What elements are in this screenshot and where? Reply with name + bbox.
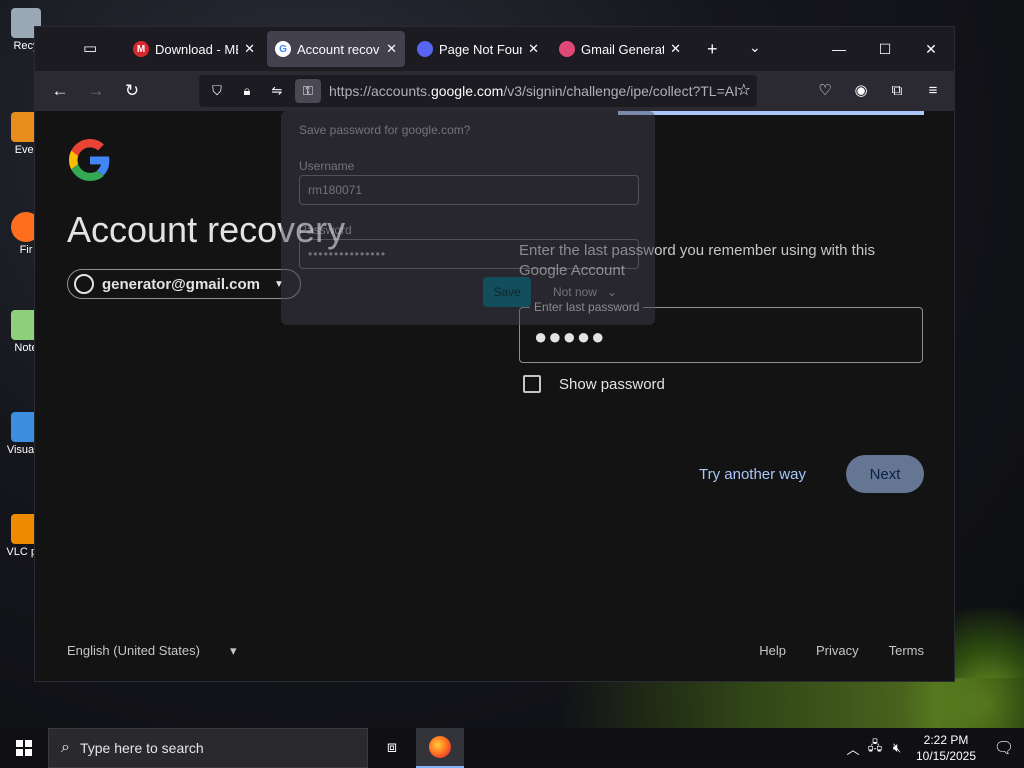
close-icon[interactable]: ✕	[670, 41, 681, 57]
volume-muted-icon[interactable]: 🔇︎	[886, 740, 908, 756]
tab-account-recovery[interactable]: G Account recovery ✕	[267, 31, 405, 67]
tracking-protection-shield-icon[interactable]: ⛉	[205, 79, 229, 103]
try-another-way-button[interactable]: Try another way	[695, 456, 810, 493]
tab-gmail-generator[interactable]: Gmail Generator ✕	[551, 31, 689, 67]
maximize-button[interactable]: ☐	[862, 27, 908, 71]
search-icon: ⌕	[61, 739, 70, 756]
desktop-icon-label: Fir	[19, 244, 33, 256]
clock[interactable]: 2:22 PM 10/15/2025	[908, 732, 984, 764]
tab-page-not-found[interactable]: Page Not Found ✕	[409, 31, 547, 67]
not-now-button[interactable]: Not now ⌄	[539, 277, 631, 307]
discord-icon	[417, 41, 433, 57]
language-selector[interactable]: English (United States) ▾	[67, 643, 236, 659]
not-now-label: Not now	[552, 285, 597, 299]
url-bar[interactable]: ⛉ 🔒︎ ⇋ ⚿ https://accounts.google.com/v3/…	[199, 75, 757, 107]
taskbar-search[interactable]: ⌕ Type here to search	[48, 728, 368, 768]
list-all-tabs-icon[interactable]: ⌄	[749, 39, 761, 56]
tab-bar: ▭ M Download - MEG ✕ G Account recovery …	[35, 27, 954, 71]
tab-title: Page Not Found	[439, 41, 522, 57]
show-password-checkbox[interactable]	[523, 375, 541, 393]
tab-strip: M Download - MEG ✕ G Account recovery ✕ …	[125, 31, 693, 67]
tab-title: Download - MEG	[155, 41, 238, 57]
url-path: /v3/signin/challenge/ipe/collect?TL=AI	[503, 83, 738, 99]
mega-icon: M	[133, 41, 149, 57]
tab-mega[interactable]: M Download - MEG ✕	[125, 31, 263, 67]
language-label: English (United States)	[67, 643, 200, 658]
new-tab-button[interactable]: +	[707, 39, 718, 60]
password-value: ●●●●●	[534, 324, 606, 349]
next-button[interactable]: Next	[846, 455, 924, 493]
chevron-up-icon[interactable]: ︿	[842, 739, 864, 758]
clock-time: 2:22 PM	[923, 733, 969, 747]
key-icon[interactable]: ⚿	[295, 79, 321, 103]
save-button[interactable]: Save	[483, 277, 531, 307]
navigation-toolbar: ← → ↻ ⛉ 🔒︎ ⇋ ⚿ https://accounts.google.c…	[35, 71, 954, 111]
menu-icon[interactable]: ≡	[922, 79, 944, 101]
window-controls: — ☐ ✕	[816, 27, 954, 71]
network-icon[interactable]: 🖧︎	[864, 737, 886, 759]
chevron-down-icon: ⌄	[606, 285, 618, 299]
windows-logo-icon	[16, 740, 32, 756]
account-email: generator@gmail.com	[102, 275, 260, 293]
password-label: Password	[299, 223, 352, 237]
start-button[interactable]	[0, 728, 48, 768]
google-logo-icon	[69, 139, 110, 181]
password-field[interactable]: •••••••••••••••	[299, 239, 639, 269]
footer-links: Help Privacy Terms	[759, 643, 924, 658]
privacy-link[interactable]: Privacy	[816, 643, 859, 658]
url-prefix: https://accounts.	[329, 83, 431, 99]
system-tray: ︿ 🖧︎ 🔇︎ 2:22 PM 10/15/2025 🗨︎	[842, 728, 1024, 768]
task-view-icon[interactable]: ⧈	[368, 728, 416, 768]
progress-bar	[618, 111, 924, 115]
extensions-icon[interactable]: ⧉	[886, 79, 908, 101]
close-icon[interactable]: ✕	[386, 41, 397, 57]
reload-icon[interactable]: ↻	[121, 80, 143, 102]
show-password-row[interactable]: Show password	[523, 375, 665, 393]
account-chip[interactable]: generator@gmail.com ▼	[67, 269, 301, 299]
caret-down-icon: ▾	[229, 643, 237, 658]
username-field[interactable]: rm180071	[299, 175, 639, 205]
bookmark-star-icon[interactable]: ☆	[737, 80, 751, 100]
forward-icon[interactable]: →	[85, 80, 107, 102]
permissions-icon[interactable]: ⇋	[265, 79, 289, 103]
pocket-icon[interactable]: ♡	[814, 79, 836, 101]
taskbar: ⌕ Type here to search ⧈ ︿ 🖧︎ 🔇︎ 2:22 PM …	[0, 728, 1024, 768]
account-circle-icon	[74, 274, 94, 294]
save-password-doorhanger: Save password for google.com? Username r…	[281, 111, 655, 325]
minimize-button[interactable]: —	[816, 27, 862, 71]
feather-icon	[559, 41, 575, 57]
url-text[interactable]: https://accounts.google.com/v3/signin/ch…	[329, 83, 739, 99]
account-icon[interactable]: ◉	[850, 79, 872, 101]
browser-window: ▭ M Download - MEG ✕ G Account recovery …	[34, 26, 955, 682]
close-icon[interactable]: ✕	[528, 41, 539, 57]
clock-date: 10/15/2025	[915, 749, 977, 763]
taskbar-firefox[interactable]	[416, 728, 464, 768]
desktop-wallpaper-tent	[560, 678, 1024, 728]
doorhanger-title: Save password for google.com?	[299, 123, 471, 137]
notifications-icon[interactable]: 🗨︎	[984, 738, 1024, 758]
lock-icon[interactable]: 🔒︎	[235, 79, 259, 103]
toolbar-right: ♡ ◉ ⧉ ≡	[814, 79, 944, 101]
close-icon[interactable]: ✕	[244, 41, 255, 57]
terms-link[interactable]: Terms	[889, 643, 924, 658]
show-password-label: Show password	[559, 375, 665, 393]
firefox-icon	[429, 736, 451, 758]
tab-title: Account recovery	[297, 41, 380, 57]
tab-title: Gmail Generator	[581, 41, 665, 57]
help-link[interactable]: Help	[759, 643, 786, 658]
url-domain: google.com	[430, 83, 504, 99]
google-icon: G	[275, 41, 291, 57]
close-window-button[interactable]: ✕	[908, 27, 954, 71]
firefox-view-icon[interactable]: ▭	[83, 39, 103, 57]
back-icon[interactable]: ←	[49, 80, 71, 102]
search-placeholder: Type here to search	[79, 740, 204, 756]
username-label: Username	[299, 159, 355, 173]
